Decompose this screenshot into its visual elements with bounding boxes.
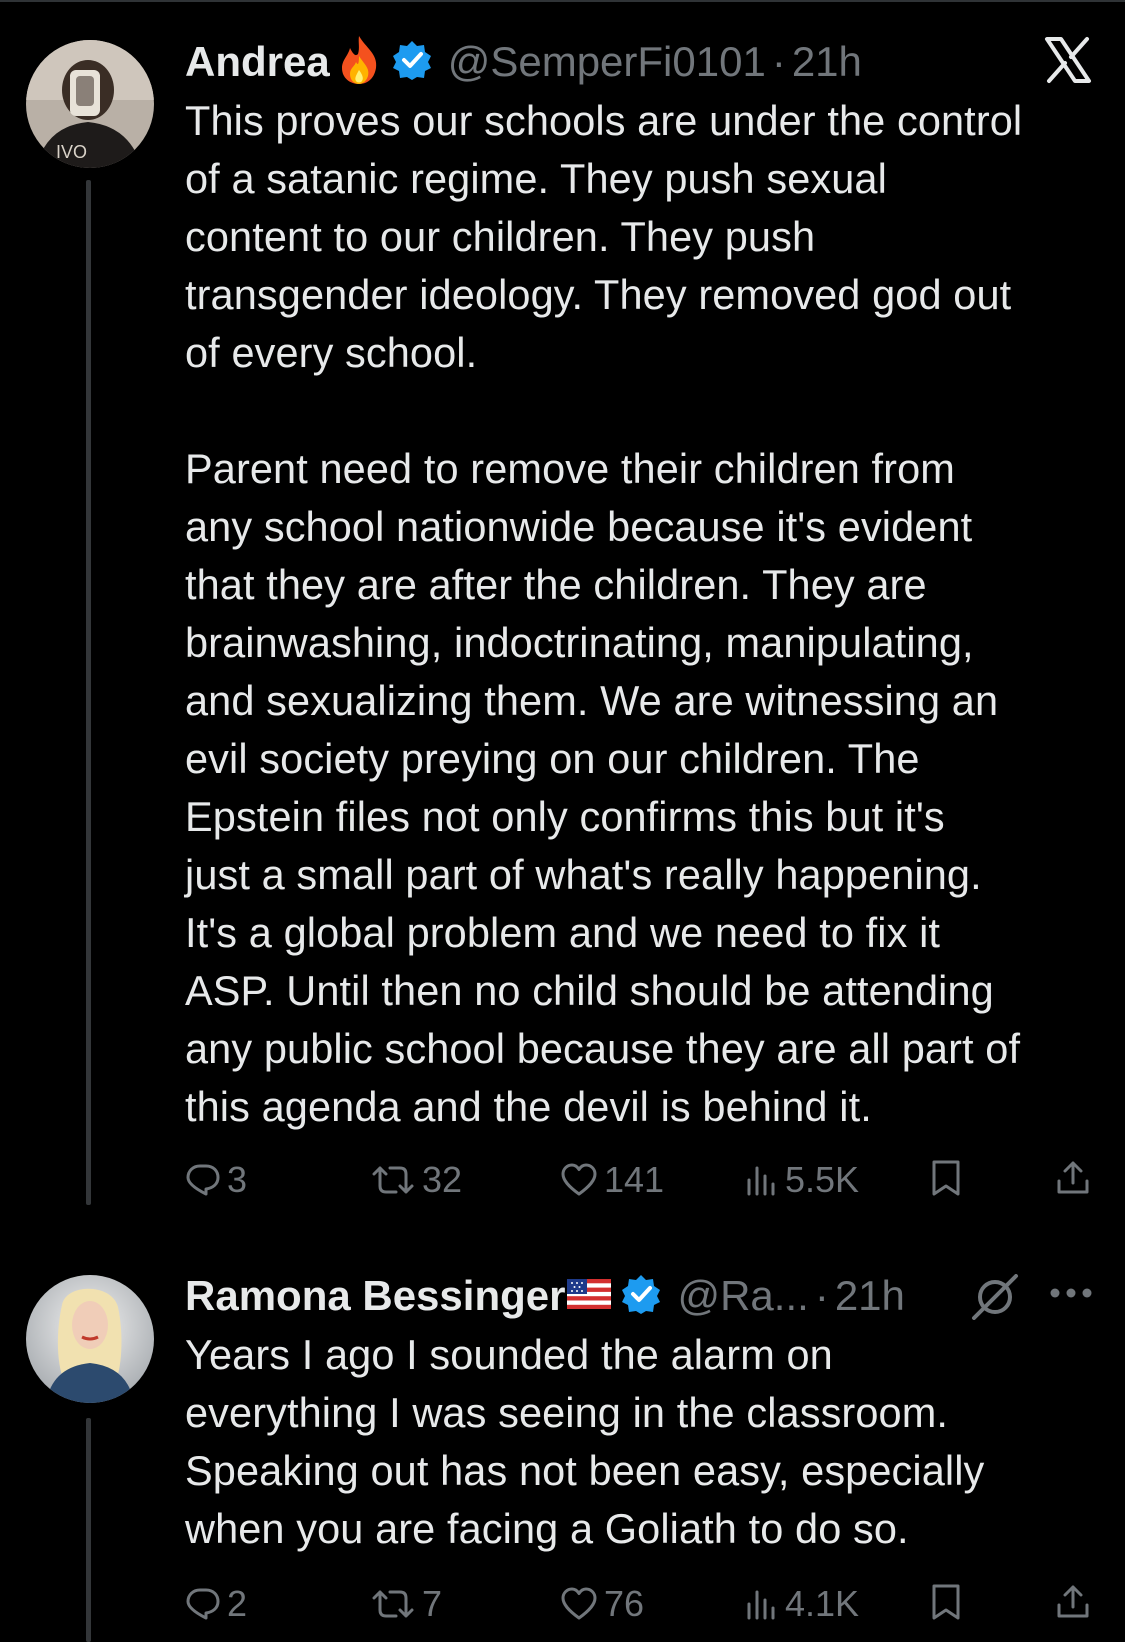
tweet-2-text: Years I ago I sounded the alarm on every… bbox=[185, 1331, 985, 1552]
views-icon bbox=[747, 1166, 775, 1196]
author-name[interactable]: Ramona Bessinger bbox=[185, 1272, 565, 1320]
reply-count: 3 bbox=[227, 1159, 248, 1200]
avatar-shirt-text: IVO bbox=[56, 142, 87, 162]
like-icon bbox=[561, 1587, 597, 1620]
flame-emoji-icon bbox=[336, 34, 382, 91]
tweet-1-header: Andrea @SemperFi0101 · 21h bbox=[185, 32, 862, 92]
more-icon[interactable] bbox=[1048, 1283, 1094, 1308]
share-button[interactable] bbox=[1055, 1583, 1097, 1621]
share-icon bbox=[1057, 1585, 1089, 1618]
reply-button[interactable]: 2 bbox=[185, 1583, 247, 1625]
avatar-andrea[interactable]: IVO bbox=[26, 40, 154, 168]
repost-button[interactable]: 7 bbox=[370, 1583, 442, 1625]
author-handle[interactable]: @SemperFi0101 bbox=[448, 38, 766, 86]
us-flag-emoji-icon bbox=[567, 1278, 612, 1314]
repost-icon bbox=[372, 1590, 414, 1618]
thread-line-2 bbox=[86, 1418, 91, 1642]
like-button[interactable]: 76 bbox=[560, 1583, 644, 1625]
thread-line-1 bbox=[86, 180, 91, 1205]
share-button[interactable] bbox=[1055, 1159, 1097, 1197]
bookmark-icon bbox=[932, 1584, 960, 1620]
repost-button[interactable]: 32 bbox=[370, 1159, 462, 1201]
share-icon bbox=[1057, 1161, 1089, 1194]
separator-dot: · bbox=[814, 1272, 829, 1319]
reply-icon bbox=[186, 1164, 220, 1196]
tweet-timestamp[interactable]: 21h bbox=[835, 1272, 905, 1320]
top-divider bbox=[0, 0, 1125, 2]
views-button[interactable]: 5.5K bbox=[745, 1159, 859, 1201]
like-count: 76 bbox=[604, 1583, 645, 1624]
bookmark-button[interactable] bbox=[930, 1583, 968, 1621]
view-count: 5.5K bbox=[785, 1159, 860, 1200]
x-logo-icon[interactable] bbox=[1043, 35, 1093, 90]
tweet-2-header: Ramona Bessinger @Ra... · 21h bbox=[185, 1266, 905, 1326]
author-handle[interactable]: @Ra... bbox=[677, 1272, 808, 1320]
repost-count: 7 bbox=[422, 1583, 443, 1624]
verified-badge-icon bbox=[621, 1274, 661, 1319]
avatar-ramona[interactable] bbox=[26, 1275, 154, 1403]
views-icon bbox=[747, 1590, 775, 1620]
like-count: 141 bbox=[604, 1159, 665, 1200]
reply-button[interactable]: 3 bbox=[185, 1159, 247, 1201]
reply-icon bbox=[186, 1588, 220, 1620]
repost-icon bbox=[372, 1166, 414, 1194]
separator-dot: · bbox=[771, 38, 786, 85]
bookmark-button[interactable] bbox=[930, 1159, 968, 1197]
grok-icon[interactable] bbox=[970, 1274, 1020, 1325]
reply-count: 2 bbox=[227, 1583, 248, 1624]
tweet-1-text: This proves our schools are under the co… bbox=[185, 97, 1023, 1130]
verified-badge-icon bbox=[392, 40, 432, 85]
tweet-timestamp[interactable]: 21h bbox=[792, 38, 862, 86]
views-button[interactable]: 4.1K bbox=[745, 1583, 859, 1625]
tweet-2-actions: 2 7 76 4.1K bbox=[180, 1583, 1100, 1633]
like-icon bbox=[561, 1163, 597, 1196]
author-name[interactable]: Andrea bbox=[185, 38, 330, 86]
like-button[interactable]: 141 bbox=[560, 1159, 664, 1201]
bookmark-icon bbox=[932, 1160, 960, 1196]
view-count: 4.1K bbox=[785, 1583, 860, 1624]
tweet-1-actions: 3 32 141 5.5K bbox=[180, 1159, 1100, 1209]
repost-count: 32 bbox=[422, 1159, 463, 1200]
